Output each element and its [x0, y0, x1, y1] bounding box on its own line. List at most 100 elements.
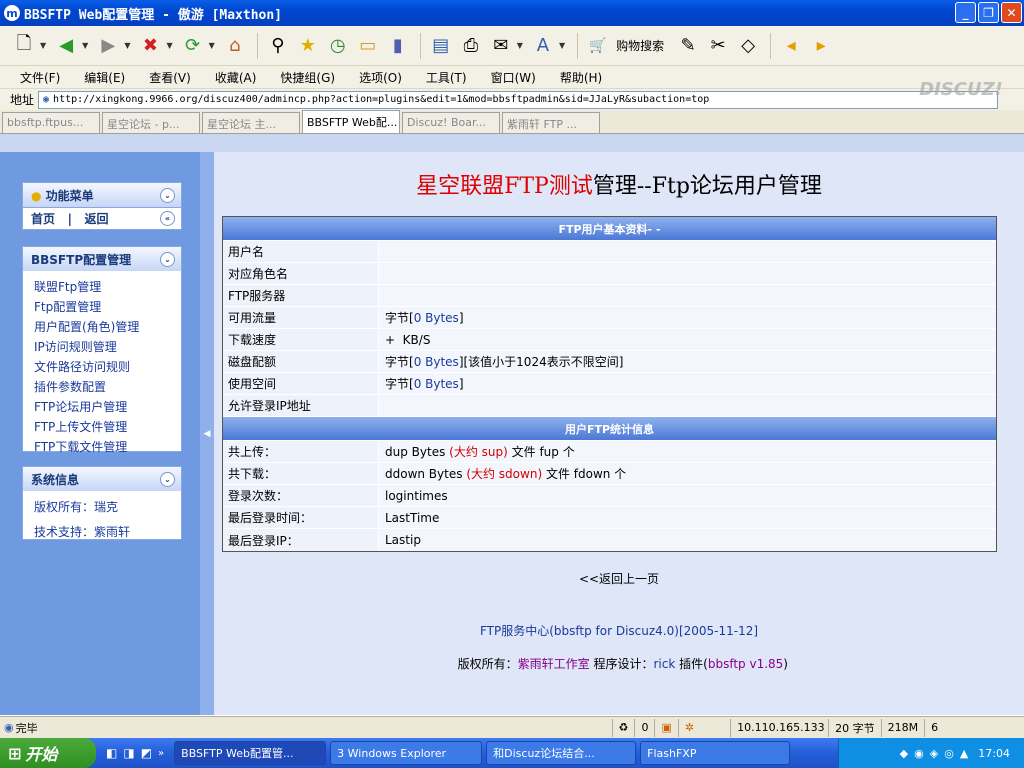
start-button[interactable]: ⊞ 开始	[0, 738, 96, 768]
row-label: 对应角色名	[223, 263, 379, 284]
shopping-cart-icon[interactable]: 🛒	[584, 32, 612, 60]
next-tab-icon[interactable]: ▸	[807, 32, 835, 60]
footer-service-link[interactable]: FTP服务中心(bbsftp for Discuz4.0)[2005-11-12…	[214, 622, 1024, 639]
menu-help[interactable]: 帮助(H)	[560, 69, 602, 86]
tray-icon[interactable]: ◎	[944, 747, 954, 760]
prev-tab-icon[interactable]: ◂	[777, 32, 805, 60]
clock[interactable]: 17:04	[978, 747, 1010, 760]
row-value: Lastip	[379, 529, 996, 551]
menu-favorites[interactable]: 收藏(A)	[215, 69, 257, 86]
tray-icon[interactable]: ◈	[930, 747, 938, 760]
quicklaunch-icon[interactable]: ◧	[106, 746, 117, 760]
search-icon[interactable]: ⚲	[264, 32, 292, 60]
menu-tools[interactable]: 工具(T)	[426, 69, 467, 86]
status-text: 完毕	[15, 721, 38, 735]
sidebar-item-ip-rules[interactable]: IP访问规则管理	[23, 337, 181, 357]
menu-options[interactable]: 选项(O)	[359, 69, 402, 86]
tab-xingkong-p[interactable]: 星空论坛 - p...	[102, 112, 200, 133]
favorites-star-icon[interactable]: ★	[294, 32, 322, 60]
sidebar-item-path-rules[interactable]: 文件路径访问规则	[23, 357, 181, 377]
menu-separator: |	[67, 212, 72, 226]
sidebar-item-user-role[interactable]: 用户配置(角色)管理	[23, 317, 181, 337]
collapse-icon[interactable]: ⌄	[160, 187, 175, 203]
mail-icon[interactable]: ✉	[487, 32, 515, 60]
address-input[interactable]: ◉ http://xingkong.9966.org/discuz400/adm…	[38, 90, 999, 109]
row-label: 磁盘配额	[223, 351, 379, 372]
shopping-search-button[interactable]: 购物搜索	[616, 37, 664, 54]
windows-taskbar: ⊞ 开始 ◧ ◨ ◩ » BBSFTP Web配置管... 3 Windows E…	[0, 738, 1024, 768]
pane-splitter[interactable]: ◀	[200, 152, 214, 715]
pen-icon[interactable]: ✎	[674, 32, 702, 60]
user-info-table: FTP用户基本资料- - 用户名 对应角色名 FTP服务器 可用流量 字节[0 B…	[222, 216, 997, 552]
tab-ziyuxuan-ftp[interactable]: 紫雨轩 FTP ...	[502, 112, 600, 133]
tab-bbsftp-web-config[interactable]: BBSFTP Web配...	[302, 110, 400, 133]
back-link[interactable]: 返回	[85, 212, 109, 226]
sidebar-item-download-files[interactable]: FTP下载文件管理	[23, 437, 181, 457]
new-page-icon[interactable]: 🗋	[10, 32, 38, 60]
tab-xingkong-main[interactable]: 星空论坛 主...	[202, 112, 300, 133]
row-value: + KB/S	[379, 329, 996, 350]
menu-window[interactable]: 窗口(W)	[491, 69, 536, 86]
tools-icon[interactable]: ✂	[704, 32, 732, 60]
forward-icon[interactable]: ▶	[94, 32, 122, 60]
hide-menu-icon[interactable]: «	[160, 211, 175, 226]
sidebar-item-union-ftp[interactable]: 联盟Ftp管理	[23, 277, 181, 297]
menu-file[interactable]: 文件(F)	[20, 69, 60, 86]
window-title-bar[interactable]: m BBSFTP Web配置管理 - 傲游 [Maxthon] _ ❐ ✕	[0, 0, 1024, 26]
folder-icon[interactable]: ▭	[354, 32, 382, 60]
tray-icon[interactable]: ◉	[914, 747, 924, 760]
tab-discuz-board[interactable]: Discuz! Boar...	[402, 112, 500, 133]
back-icon[interactable]: ◀	[52, 32, 80, 60]
bbsftp-config-header[interactable]: BBSFTP配置管理 ⌄	[23, 247, 181, 271]
book-icon[interactable]: ▮	[384, 32, 412, 60]
home-icon[interactable]: ⌂	[221, 32, 249, 60]
tray-icon[interactable]: ▲	[960, 747, 968, 760]
system-info-block: 系统信息 ⌄ 版权所有：瑞克 技术支持：紫雨轩	[22, 466, 182, 540]
recycle-icon[interactable]: ♻	[611, 718, 635, 737]
collapse-icon[interactable]: ⌄	[160, 471, 175, 487]
status-bar: ◉ 完毕 ♻ 0 ▣ ✲ 10.110.165.133 20 字节 218M 6	[0, 716, 1024, 738]
eraser-icon[interactable]: ◇	[734, 32, 762, 60]
row-value	[379, 395, 996, 416]
font-icon[interactable]: A	[529, 32, 557, 60]
row-value: 字节[0 Bytes]	[379, 307, 996, 328]
popup-block-icon[interactable]: ▣	[654, 718, 677, 737]
sidebar-item-ftp-config[interactable]: Ftp配置管理	[23, 297, 181, 317]
collapse-icon[interactable]: ⌄	[160, 251, 175, 267]
row-value	[379, 263, 996, 284]
designer-link[interactable]: rick	[654, 657, 676, 671]
settings-gear-icon[interactable]: ✲	[677, 718, 700, 737]
bbsftp-config-title: BBSFTP配置管理	[31, 252, 132, 267]
address-label: 地址	[10, 93, 35, 107]
home-link[interactable]: 首页	[31, 212, 55, 226]
quicklaunch-icon[interactable]: ◩	[141, 746, 152, 760]
table-row: 下载速度 + KB/S	[223, 329, 996, 351]
view-icon[interactable]: ▤	[427, 32, 455, 60]
sidebar-item-upload-files[interactable]: FTP上传文件管理	[23, 417, 181, 437]
tray-icon[interactable]: ◆	[900, 747, 908, 760]
row-value	[379, 241, 996, 262]
plugin-link[interactable]: bbsftp v1.85	[708, 657, 783, 671]
task-flashfxp[interactable]: FlashFXP	[640, 741, 791, 765]
task-maxthon[interactable]: BBSFTP Web配置管...	[174, 741, 327, 765]
stop-icon[interactable]: ✖	[136, 32, 164, 60]
history-icon[interactable]: ◷	[324, 32, 352, 60]
studio-link[interactable]: 紫雨轩工作室	[518, 657, 590, 671]
task-explorer[interactable]: 3 Windows Explorer	[330, 741, 483, 765]
back-to-previous-link[interactable]: <<返回上一页	[214, 570, 1024, 587]
quicklaunch-icon[interactable]: ◨	[123, 746, 134, 760]
tab-bbsftp-ftpus[interactable]: bbsftp.ftpus...	[2, 112, 100, 133]
print-icon[interactable]: ⎙	[457, 32, 485, 60]
sidebar-item-forum-users[interactable]: FTP论坛用户管理	[23, 397, 181, 417]
function-menu-header[interactable]: ● 功能菜单 ⌄	[23, 183, 181, 207]
refresh-icon[interactable]: ⟳	[179, 32, 207, 60]
menu-edit[interactable]: 编辑(E)	[84, 69, 125, 86]
sidebar-item-plugin-params[interactable]: 插件参数配置	[23, 377, 181, 397]
status-memory: 218M	[880, 718, 925, 737]
status-count: 0	[634, 718, 654, 737]
system-info-header[interactable]: 系统信息 ⌄	[23, 467, 181, 491]
quicklaunch-more-icon[interactable]: »	[158, 748, 164, 759]
menu-view[interactable]: 查看(V)	[149, 69, 191, 86]
menu-groups[interactable]: 快捷组(G)	[280, 69, 335, 86]
task-word-doc[interactable]: 和Discuz论坛结合...	[486, 741, 637, 765]
